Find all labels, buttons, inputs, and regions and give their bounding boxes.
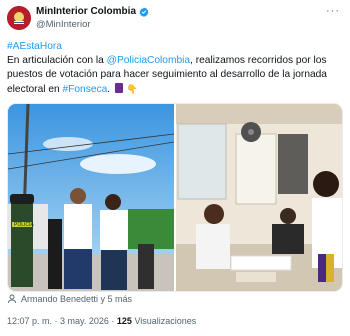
mention-policia[interactable]: @PoliciaColombia — [107, 55, 190, 66]
account-name-row[interactable]: MinInterior Colombia — [36, 6, 149, 18]
verified-badge-icon — [139, 7, 149, 17]
tweet-text-segment: En articulación con la — [7, 55, 107, 66]
account-handle[interactable]: @MinInterior — [36, 19, 91, 30]
avatar[interactable] — [7, 6, 31, 30]
tweet-media: POLICÍA — [7, 103, 343, 292]
ballot-book-emoji-icon — [114, 83, 123, 93]
tweet-text-segment: . — [107, 84, 111, 95]
tweet-text-line: puestos de votación para hacer seguimien… — [7, 69, 327, 80]
voting-table-illustration — [176, 104, 342, 291]
person-icon — [8, 294, 16, 304]
photo-voting-table[interactable] — [176, 104, 342, 291]
photo-street-police[interactable]: POLICÍA — [8, 104, 174, 291]
meta-separator: · — [52, 316, 61, 326]
street-scene-illustration: POLICÍA — [8, 104, 174, 291]
tweet-date[interactable]: 3 may. 2026 — [60, 316, 109, 326]
tweet-text: #AEstaHora En articulación con la @Polic… — [7, 40, 345, 97]
meta-separator: · — [108, 316, 117, 326]
views-count: 125 — [116, 316, 132, 326]
tagged-people[interactable]: Armando Benedetti y 5 más — [7, 294, 132, 304]
more-options-button[interactable]: ··· — [326, 6, 340, 17]
hashtag-aestahora[interactable]: #AEstaHora — [7, 41, 62, 52]
ministry-logo-icon — [7, 6, 31, 30]
police-vest-label: POLICÍA — [14, 221, 34, 228]
account-display-name[interactable]: MinInterior Colombia — [36, 6, 136, 18]
pointing-down-emoji-icon: 👇 — [126, 84, 138, 94]
tweet-text-segment: , realizamos recorridos por los — [190, 55, 327, 66]
tagged-people-label[interactable]: Armando Benedetti y 5 más — [21, 294, 132, 304]
tweet-time[interactable]: 12:07 p. m. — [7, 316, 52, 326]
tweet-meta: 12:07 p. m. · 3 may. 2026 · 125 Visualiz… — [7, 316, 196, 326]
tweet-text-segment: electoral en — [7, 84, 63, 95]
hashtag-fonseca[interactable]: #Fonseca — [63, 84, 108, 95]
views-label: Visualizaciones — [131, 316, 197, 326]
